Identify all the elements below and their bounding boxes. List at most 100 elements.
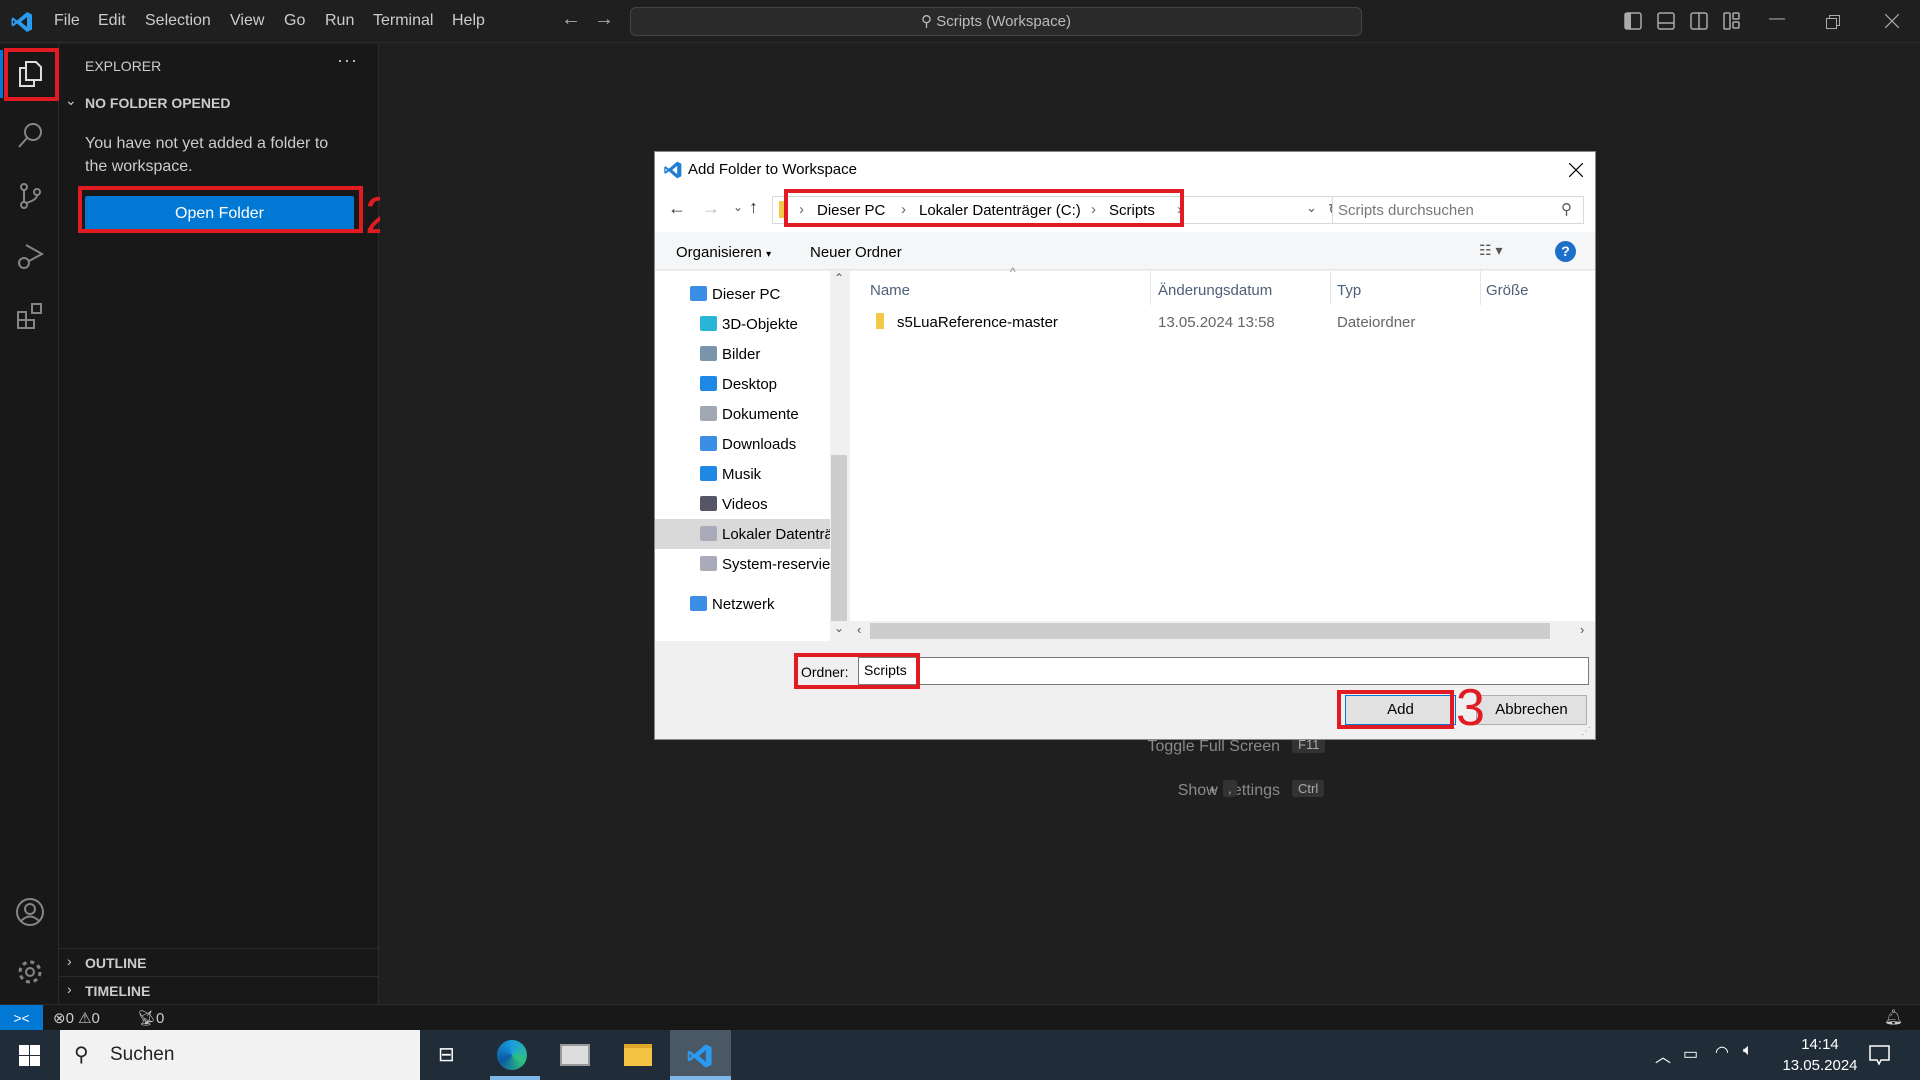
resize-grip-icon[interactable]: ⋰ [1581,726,1591,737]
cancel-button[interactable]: Abbrechen [1476,695,1587,725]
close-window-icon[interactable] [1885,14,1899,28]
menu-run[interactable]: Run [325,12,354,30]
nav-item[interactable]: 3D-Objekte [655,309,830,339]
nav-item[interactable]: System-reservier [655,549,830,579]
no-folder-section-header[interactable]: ⌄ NO FOLDER OPENED [65,92,365,114]
broadcast-icon: 📡︎ [137,1010,157,1027]
clock[interactable]: 14:14 13.05.2024 [1775,1034,1865,1076]
more-actions-icon[interactable]: ··· [337,50,358,71]
nav-item[interactable]: Musik [655,459,830,489]
notifications-bell-icon[interactable]: 🔔︎ [1884,1008,1903,1026]
address-dropdown-icon[interactable]: ⌄ [1306,200,1317,216]
volume-icon[interactable]: 🔈︎ [1743,1042,1753,1060]
resource-monitor-icon[interactable] [560,1044,590,1066]
up-arrow-icon[interactable]: ↑ [749,197,758,218]
settings-gear-icon[interactable] [14,956,46,988]
forward-arrow-icon[interactable]: → [702,198,720,219]
menu-selection[interactable]: Selection [145,12,211,30]
toggle-secondary-sidebar-icon[interactable] [1690,12,1708,30]
column-header-type[interactable]: Typ [1337,282,1361,299]
column-header-name[interactable]: Name [870,282,910,299]
toggle-primary-sidebar-icon[interactable] [1624,12,1642,30]
battery-icon[interactable]: ▭ [1683,1044,1698,1064]
taskbar-search[interactable]: ⚲ Suchen [60,1030,420,1080]
organize-button[interactable]: Organisieren ▾ [676,244,771,261]
nav-item[interactable]: Netzwerk [655,589,830,619]
outline-section[interactable]: › OUTLINE [59,948,379,976]
nav-scrollbar[interactable]: ⌃ ⌄ [830,271,848,641]
command-center[interactable]: ⚲ Scripts (Workspace) [630,7,1362,36]
source-control-icon[interactable] [14,180,46,212]
scroll-right-icon[interactable]: › [1580,622,1584,637]
scrollbar-thumb[interactable] [831,455,847,621]
run-debug-icon[interactable] [14,240,46,272]
file-row[interactable]: s5LuaReference-master 13.05.2024 13:58 D… [860,309,1580,335]
nav-item-label: Musik [722,466,762,483]
help-icon[interactable]: ? [1555,241,1576,262]
search-icon[interactable] [14,120,46,152]
new-folder-button[interactable]: Neuer Ordner [810,244,902,261]
column-divider[interactable] [1330,271,1331,305]
view-options-icon[interactable]: ☷ ▾ [1479,242,1502,259]
nav-item[interactable]: Videos [655,489,830,519]
nav-item[interactable]: Dieser PC [655,279,830,309]
menu-help[interactable]: Help [452,12,485,30]
chevron-right-icon: › [67,981,72,997]
restore-icon[interactable] [1826,15,1840,29]
nav-item[interactable]: Desktop [655,369,830,399]
scrollbar-thumb[interactable] [870,623,1550,639]
forward-arrow-icon[interactable]: → [594,8,614,30]
back-arrow-icon[interactable]: ← [668,198,686,219]
column-divider[interactable] [1480,271,1481,305]
nav-item[interactable]: Bilder [655,339,830,369]
horizontal-scrollbar[interactable]: ‹ › [850,621,1595,641]
wifi-icon[interactable]: ◠ [1715,1042,1729,1062]
vscode-taskbar-button[interactable] [670,1030,731,1080]
videos-icon [700,496,717,511]
scroll-left-icon[interactable]: ‹ [857,622,861,637]
documents-icon [700,406,717,421]
sidebar-title: EXPLORER [85,58,162,74]
show-hidden-icons-icon[interactable]: ︿ [1655,1043,1671,1067]
recent-locations-icon[interactable]: ⌄ [733,200,743,214]
nav-item[interactable]: Dokumente [655,399,830,429]
menu-file[interactable]: File [54,12,80,30]
desktop-icon [700,376,717,391]
menu-go[interactable]: Go [284,12,305,30]
remote-indicator-icon[interactable]: >< [0,1005,43,1031]
running-indicator [490,1076,540,1080]
windows-start-icon[interactable] [19,1045,40,1066]
nav-item[interactable]: Downloads [655,429,830,459]
nav-item[interactable]: Lokaler Datenträ [655,519,830,549]
column-header-date[interactable]: Änderungsdatum [1158,282,1272,299]
search-icon: ⚲ [74,1044,89,1066]
edge-browser-icon[interactable] [497,1040,527,1070]
shortcut-plus: + [1209,782,1217,797]
menu-view[interactable]: View [230,12,264,30]
close-dialog-icon[interactable] [1569,163,1583,177]
file-list: ^ Name Änderungsdatum Typ Größe s5LuaRef… [850,265,1595,621]
minimize-icon[interactable]: — [1767,10,1787,30]
task-view-icon[interactable]: ⊟ [438,1042,455,1067]
no-folder-message: You have not yet added a folder to the w… [85,135,329,175]
file-explorer-icon[interactable] [624,1044,652,1066]
pc-icon [690,286,707,301]
toggle-panel-icon[interactable] [1657,12,1675,30]
customize-layout-icon[interactable] [1723,12,1741,30]
problems-indicator[interactable]: ⊗0 ⚠0 [53,1009,100,1027]
back-arrow-icon[interactable]: ← [561,8,581,30]
search-input[interactable]: Scripts durchsuchen ⚲ [1332,196,1584,224]
menu-terminal[interactable]: Terminal [373,12,433,30]
ports-indicator[interactable]: 📡︎0 [137,1009,164,1027]
scroll-up-icon[interactable]: ⌃ [834,271,844,285]
scroll-down-icon[interactable]: ⌄ [834,621,844,635]
nav-item-label: Dieser PC [712,286,781,303]
timeline-section[interactable]: › TIMELINE [59,976,379,1004]
menu-edit[interactable]: Edit [98,12,126,30]
column-divider[interactable] [1150,271,1151,305]
column-header-size[interactable]: Größe [1486,282,1529,299]
extensions-icon[interactable] [14,300,46,332]
action-center-icon[interactable] [1869,1045,1890,1066]
accounts-icon[interactable] [14,896,46,928]
folder-icon [876,313,884,329]
